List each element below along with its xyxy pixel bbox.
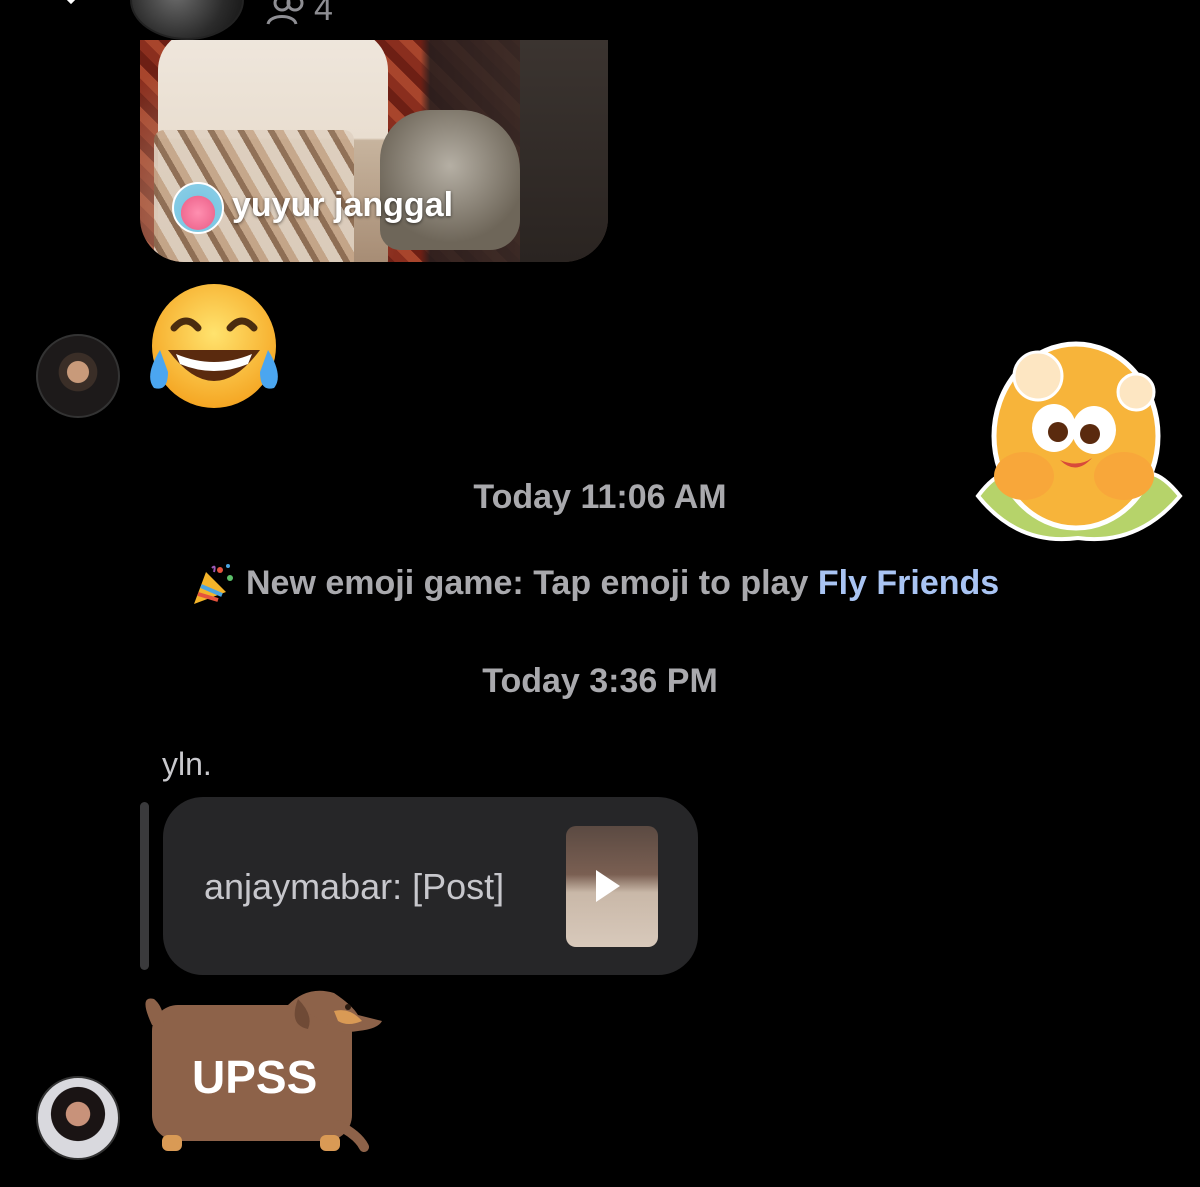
emoji-game-announcement: New emoji game: Tap emoji to play Fly Fr… bbox=[190, 562, 999, 608]
sender-avatar[interactable] bbox=[36, 1076, 120, 1160]
sticker-text: UPSS bbox=[192, 1051, 318, 1103]
poster-name[interactable]: yuyur janggal bbox=[232, 186, 453, 225]
play-icon bbox=[596, 870, 620, 902]
timestamp: Today 3:36 PM bbox=[482, 662, 718, 700]
chevron-down-icon[interactable] bbox=[60, 0, 82, 10]
group-avatar[interactable] bbox=[130, 0, 244, 40]
reply-text: anjaymabar: [Post] bbox=[204, 866, 505, 907]
sender-name: yln. bbox=[162, 746, 212, 782]
face-with-tears-of-joy-emoji[interactable] bbox=[140, 280, 288, 418]
member-count: 4 bbox=[314, 0, 333, 28]
fly-friends-link[interactable]: Fly Friends bbox=[818, 564, 999, 602]
announcement-text: New emoji game: Tap emoji to play bbox=[246, 563, 818, 602]
party-popper-emoji bbox=[194, 564, 233, 604]
video-thumbnail-chair bbox=[520, 40, 608, 262]
video-thumbnail-bag bbox=[380, 110, 520, 250]
reply-post-thumbnail[interactable] bbox=[566, 826, 658, 947]
poster-avatar[interactable] bbox=[172, 182, 224, 234]
sender-avatar[interactable] bbox=[36, 334, 120, 418]
timestamp: Today 11:06 AM bbox=[473, 478, 727, 516]
reply-indicator-bar bbox=[140, 802, 149, 970]
people-icon bbox=[266, 0, 304, 25]
